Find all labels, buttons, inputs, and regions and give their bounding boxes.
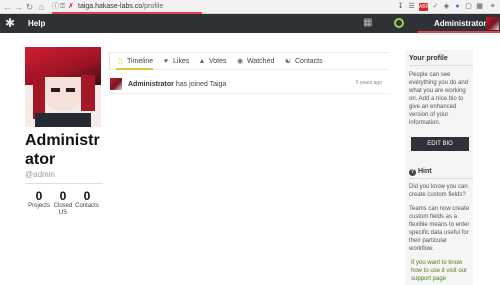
eye-icon: ◉ bbox=[236, 58, 244, 65]
user-avatar[interactable] bbox=[486, 17, 499, 30]
sidebar-profile-title: Your profile bbox=[409, 52, 473, 66]
timeline-time: 5 years ago bbox=[355, 80, 382, 86]
hint-icon: ? bbox=[409, 169, 416, 176]
screenshot-icon[interactable]: ▢ bbox=[465, 3, 472, 11]
app-topbar: ✱ Help ▦ Administrator bbox=[0, 14, 500, 33]
heart-icon: ♥ bbox=[163, 58, 169, 65]
hint-question: Did you know you can create custom field… bbox=[409, 184, 468, 198]
profile-tabs: ▯ Timeline ♥ Likes ▲ Votes ◉ Watched ☯ Contac… bbox=[108, 52, 390, 70]
pocket-icon[interactable]: ◈ bbox=[443, 3, 450, 11]
tab-contacts[interactable]: ☯ Contacts bbox=[284, 53, 323, 70]
tab-votes[interactable]: ▲ Votes bbox=[198, 53, 227, 70]
contacts-icon: ☯ bbox=[284, 58, 292, 65]
help-link[interactable]: Help bbox=[28, 18, 45, 29]
sidebar-toggle-icon[interactable]: ▦ bbox=[476, 3, 483, 11]
sidebar-profile-text: People can see everything you do and wha… bbox=[409, 72, 469, 126]
download-icon[interactable]: ↧ bbox=[397, 3, 404, 11]
support-link[interactable]: If you want to know how to use it visit … bbox=[411, 259, 471, 283]
timeline-text: has joined Taiga bbox=[175, 81, 227, 88]
taiga-logo-icon[interactable]: ✱ bbox=[5, 17, 17, 29]
adblock-icon[interactable]: ABP bbox=[419, 3, 429, 11]
tab-timeline[interactable]: ▯ Timeline bbox=[116, 53, 154, 70]
forward-icon[interactable]: → bbox=[14, 2, 23, 12]
user-name[interactable]: Administrator bbox=[434, 18, 486, 29]
sidebar-hint-title: ? Hint bbox=[409, 165, 473, 179]
projects-grid-icon[interactable]: ▦ bbox=[363, 18, 372, 28]
url-text[interactable]: taiga.hakase-labs.co/profile bbox=[78, 2, 163, 12]
user-menu-highlight bbox=[418, 31, 500, 33]
key-icon: ⚿ bbox=[60, 3, 66, 10]
tab-likes[interactable]: ♥ Likes bbox=[162, 53, 189, 70]
timeline-user-link[interactable]: Administrator bbox=[128, 81, 174, 88]
sync-icon[interactable]: ● bbox=[454, 3, 461, 11]
notifications-icon[interactable] bbox=[394, 18, 404, 28]
vote-icon: ▲ bbox=[198, 58, 206, 65]
tab-watched[interactable]: ◉ Watched bbox=[236, 53, 274, 70]
library-icon[interactable]: ☰ bbox=[408, 3, 415, 11]
extension-icon[interactable]: ✓ bbox=[432, 3, 439, 11]
stat-projects: 0 Projects bbox=[28, 189, 50, 209]
timeline-icon: ▯ bbox=[118, 58, 122, 65]
profile-handle: @admin bbox=[25, 170, 55, 179]
stat-contacts: 0 Contacts bbox=[75, 189, 99, 209]
edit-bio-button[interactable]: EDIT BIO bbox=[411, 137, 469, 151]
home-icon[interactable]: ⌂ bbox=[37, 2, 46, 12]
info-icon[interactable]: ⓘ bbox=[52, 2, 59, 12]
avatar[interactable] bbox=[110, 78, 122, 90]
stat-closed-us: 0 Closed US bbox=[53, 189, 73, 216]
profile-sidebar: Your profile People can see everything y… bbox=[405, 50, 473, 285]
profile-name: Administrator bbox=[25, 132, 100, 168]
hint-text: Teams can now create custom fields as a … bbox=[409, 206, 470, 252]
menu-icon[interactable]: ≡ bbox=[489, 3, 496, 11]
address-bar[interactable]: ⓘ ⚿ ✗ taiga.hakase-labs.co/profile bbox=[50, 2, 350, 14]
back-icon[interactable]: ← bbox=[3, 2, 12, 12]
browser-toolbar: ← → ↻ ⌂ ⓘ ⚿ ✗ taiga.hakase-labs.co/profi… bbox=[0, 0, 500, 14]
timeline-item: Administrator has joined Taiga 5 years a… bbox=[108, 76, 390, 94]
insecure-lock-icon: ✗ bbox=[68, 3, 74, 10]
user-menu[interactable]: Administrator bbox=[418, 14, 500, 33]
reload-icon[interactable]: ↻ bbox=[25, 2, 34, 12]
profile-avatar bbox=[25, 47, 101, 127]
divider bbox=[25, 183, 103, 184]
